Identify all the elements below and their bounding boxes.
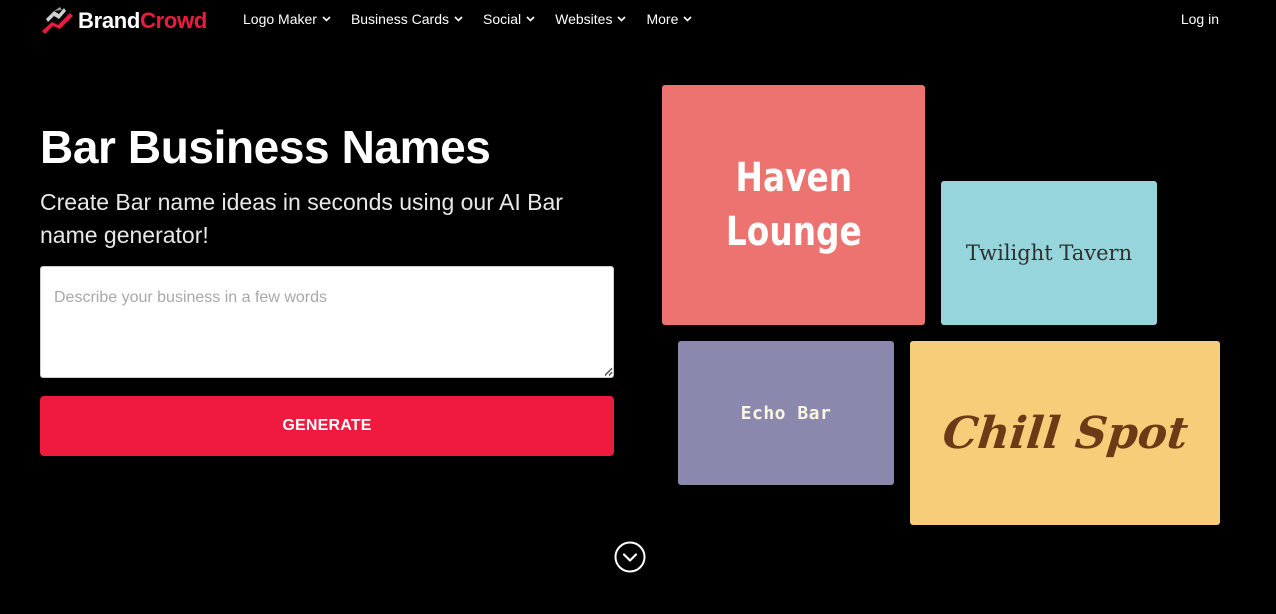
logo-brand-word: Brand [78,8,141,33]
menu-item-label: Business Cards [350,11,449,27]
resize-grip-icon[interactable] [604,367,613,376]
menu-item-label: Social [482,11,522,27]
card-text-line: Haven [735,155,852,201]
menu-item-websites[interactable]: Websites [555,11,627,27]
chevron-down-icon [454,16,463,22]
brandcrowd-logo-icon [42,7,73,34]
brandcrowd-logo[interactable]: BrandCrowd [40,6,207,36]
name-card-chill-spot[interactable]: Chill Spot [910,341,1220,525]
chevron-down-circle-icon[interactable] [614,541,646,573]
menu-item-label: Websites [555,11,613,27]
name-card-echo-bar[interactable]: Echo Bar [678,341,894,485]
brandcrowd-logo-text: BrandCrowd [78,8,207,34]
business-description-input[interactable] [40,266,614,378]
menu-item-logo-maker[interactable]: Logo Maker [243,11,331,27]
chevron-down-icon [617,16,627,22]
card-text-line: Lounge [725,209,862,255]
menu-item-business-cards[interactable]: Business Cards [351,11,463,27]
chevron-down-icon [322,16,331,22]
page-subtitle: Create Bar name ideas in seconds using o… [40,189,563,248]
chevron-down-icon [526,16,535,22]
page-title: Bar Business Names [40,121,491,173]
chevron-down-icon [683,16,692,22]
menu-item-more[interactable]: More [646,11,692,27]
card-text: Echo Bar [740,402,832,424]
card-text-group: Haven Lounge [711,151,877,259]
name-card-haven-lounge[interactable]: Haven Lounge [662,85,925,325]
menu-item-label: Logo Maker [243,11,317,27]
generate-button[interactable]: GENERATE [40,396,614,456]
logo-crowd-word: Crowd [140,8,208,33]
menu-item-label: More [646,11,679,27]
menu-item-social[interactable]: Social [483,11,535,27]
card-text: Chill Spot [939,407,1191,459]
name-card-twilight-tavern[interactable]: Twilight Tavern [941,181,1157,325]
card-text: Twilight Tavern [965,241,1133,265]
login-link[interactable]: Log in [1181,11,1219,27]
main-menu: Logo Maker Business Cards Social Website… [243,11,712,27]
top-nav: BrandCrowd Logo Maker Business Cards Soc… [0,0,1276,40]
